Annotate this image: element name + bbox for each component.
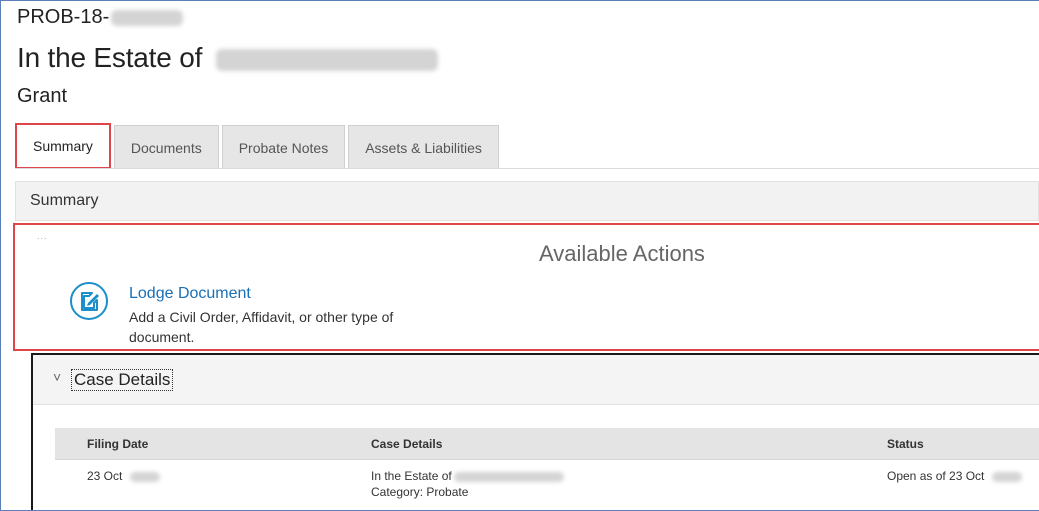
tab-summary-label: Summary	[33, 138, 93, 154]
redacted-year	[129, 471, 160, 482]
tab-probate-notes-label: Probate Notes	[238, 139, 329, 156]
filing-date-text: 23 Oct	[87, 469, 123, 483]
table-row[interactable]: 23 Oct In the Estate of Category: Probat…	[55, 463, 1039, 510]
app-window: PROB-18- In the Estate of Grant Summary …	[0, 0, 1039, 511]
case-details-line1: In the Estate of	[371, 469, 452, 483]
tab-assets-liabilities[interactable]: Assets & Liabilities	[348, 125, 499, 169]
filing-date-cell: 23 Oct	[87, 468, 160, 484]
available-actions-panel: ... Available Actions Lodge Document Add…	[13, 223, 1039, 351]
status-cell: Open as of 23 Oct	[887, 468, 1022, 484]
summary-heading: Summary	[30, 192, 99, 209]
tab-probate-notes[interactable]: Probate Notes	[221, 125, 346, 169]
redacted-status-year	[991, 471, 1022, 482]
tab-assets-liabilities-label: Assets & Liabilities	[365, 139, 482, 156]
case-type-label: Grant	[17, 85, 68, 107]
tab-documents[interactable]: Documents	[113, 125, 219, 169]
tab-summary[interactable]: Summary	[15, 123, 111, 169]
column-header-case-details[interactable]: Case Details	[371, 437, 442, 451]
summary-section-header: Summary	[15, 181, 1039, 221]
tab-bar: Summary Documents Probate Notes Assets &…	[15, 123, 502, 169]
case-table-header: Filing Date Case Details Status	[55, 428, 1039, 460]
tab-documents-label: Documents	[130, 139, 202, 156]
redacted-deceased-name	[215, 48, 438, 71]
document-edit-icon[interactable]	[69, 281, 109, 321]
redacted-case-id	[111, 9, 184, 26]
page-title-text: In the Estate of	[17, 42, 203, 73]
case-details-toggle[interactable]: Case Details	[71, 369, 174, 391]
actions-overflow-marker: ...	[37, 231, 48, 241]
case-category: Category: Probate	[371, 485, 469, 499]
available-actions-title: Available Actions	[539, 241, 705, 266]
page-title: In the Estate of	[17, 41, 438, 75]
case-number-text: PROB-18-	[17, 6, 110, 28]
case-details-cell: In the Estate of Category: Probate	[371, 468, 564, 500]
lodge-document-description: Add a Civil Order, Affidavit, or other t…	[129, 309, 394, 345]
tab-divider	[15, 168, 1039, 169]
column-header-filing-date[interactable]: Filing Date	[87, 437, 148, 451]
status-text: Open as of 23 Oct	[887, 469, 985, 483]
case-details-line: In the Estate of	[371, 468, 564, 484]
case-details-panel: ˅ Case Details Filing Date Case Details …	[31, 353, 1039, 510]
case-number: PROB-18-	[17, 5, 184, 29]
case-details-header[interactable]: ˅ Case Details	[33, 355, 1039, 405]
redacted-estate-name	[453, 471, 564, 482]
chevron-down-icon[interactable]: ˅	[53, 369, 61, 385]
column-header-status[interactable]: Status	[887, 437, 924, 451]
lodge-document-link[interactable]: Lodge Document	[129, 285, 251, 303]
